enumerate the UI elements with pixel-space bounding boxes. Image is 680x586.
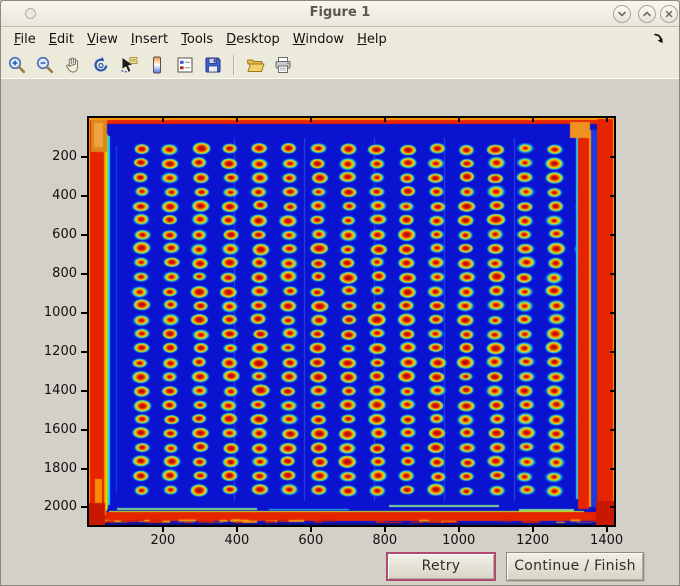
figure-window: Figure 1 File Edit View Insert Tools Des… [0,0,680,586]
continue-finish-button[interactable]: Continue / Finish [506,552,644,581]
menu-insert[interactable]: Insert [131,32,168,47]
chevron-down-icon [618,11,626,17]
axes [87,116,616,527]
minimize-button[interactable] [613,5,631,23]
close-button[interactable] [660,5,678,23]
dock-figure-icon[interactable] [652,32,665,45]
toolbar-separator [233,54,235,75]
zoom-in-icon[interactable] [6,54,28,76]
retry-button[interactable]: Retry [386,552,496,581]
menu-help[interactable]: Help [357,32,387,47]
menu-file[interactable]: File [14,32,36,47]
save-figure-icon[interactable] [202,54,224,76]
chevron-up-icon [643,11,651,17]
pan-icon[interactable] [62,54,84,76]
window-title: Figure 1 [309,5,371,20]
menu-tools[interactable]: Tools [181,32,213,47]
data-cursor-icon[interactable] [118,54,140,76]
menu-window[interactable]: Window [293,32,344,47]
zoom-out-icon[interactable] [34,54,56,76]
titlebar[interactable]: Figure 1 [1,1,679,27]
open-file-icon[interactable] [244,54,266,76]
rotate-3d-icon[interactable] [90,54,112,76]
insert-legend-icon[interactable] [174,54,196,76]
insert-colorbar-icon[interactable] [146,54,168,76]
close-icon [665,10,673,18]
menu-bar: File Edit View Insert Tools Desktop Wind… [1,27,679,51]
figure-toolbar [1,51,679,79]
menu-edit[interactable]: Edit [49,32,74,47]
heatmap-image [89,118,614,525]
print-figure-icon[interactable] [272,54,294,76]
menu-desktop[interactable]: Desktop [226,32,280,47]
maximize-button[interactable] [638,5,656,23]
menu-view[interactable]: View [87,32,118,47]
